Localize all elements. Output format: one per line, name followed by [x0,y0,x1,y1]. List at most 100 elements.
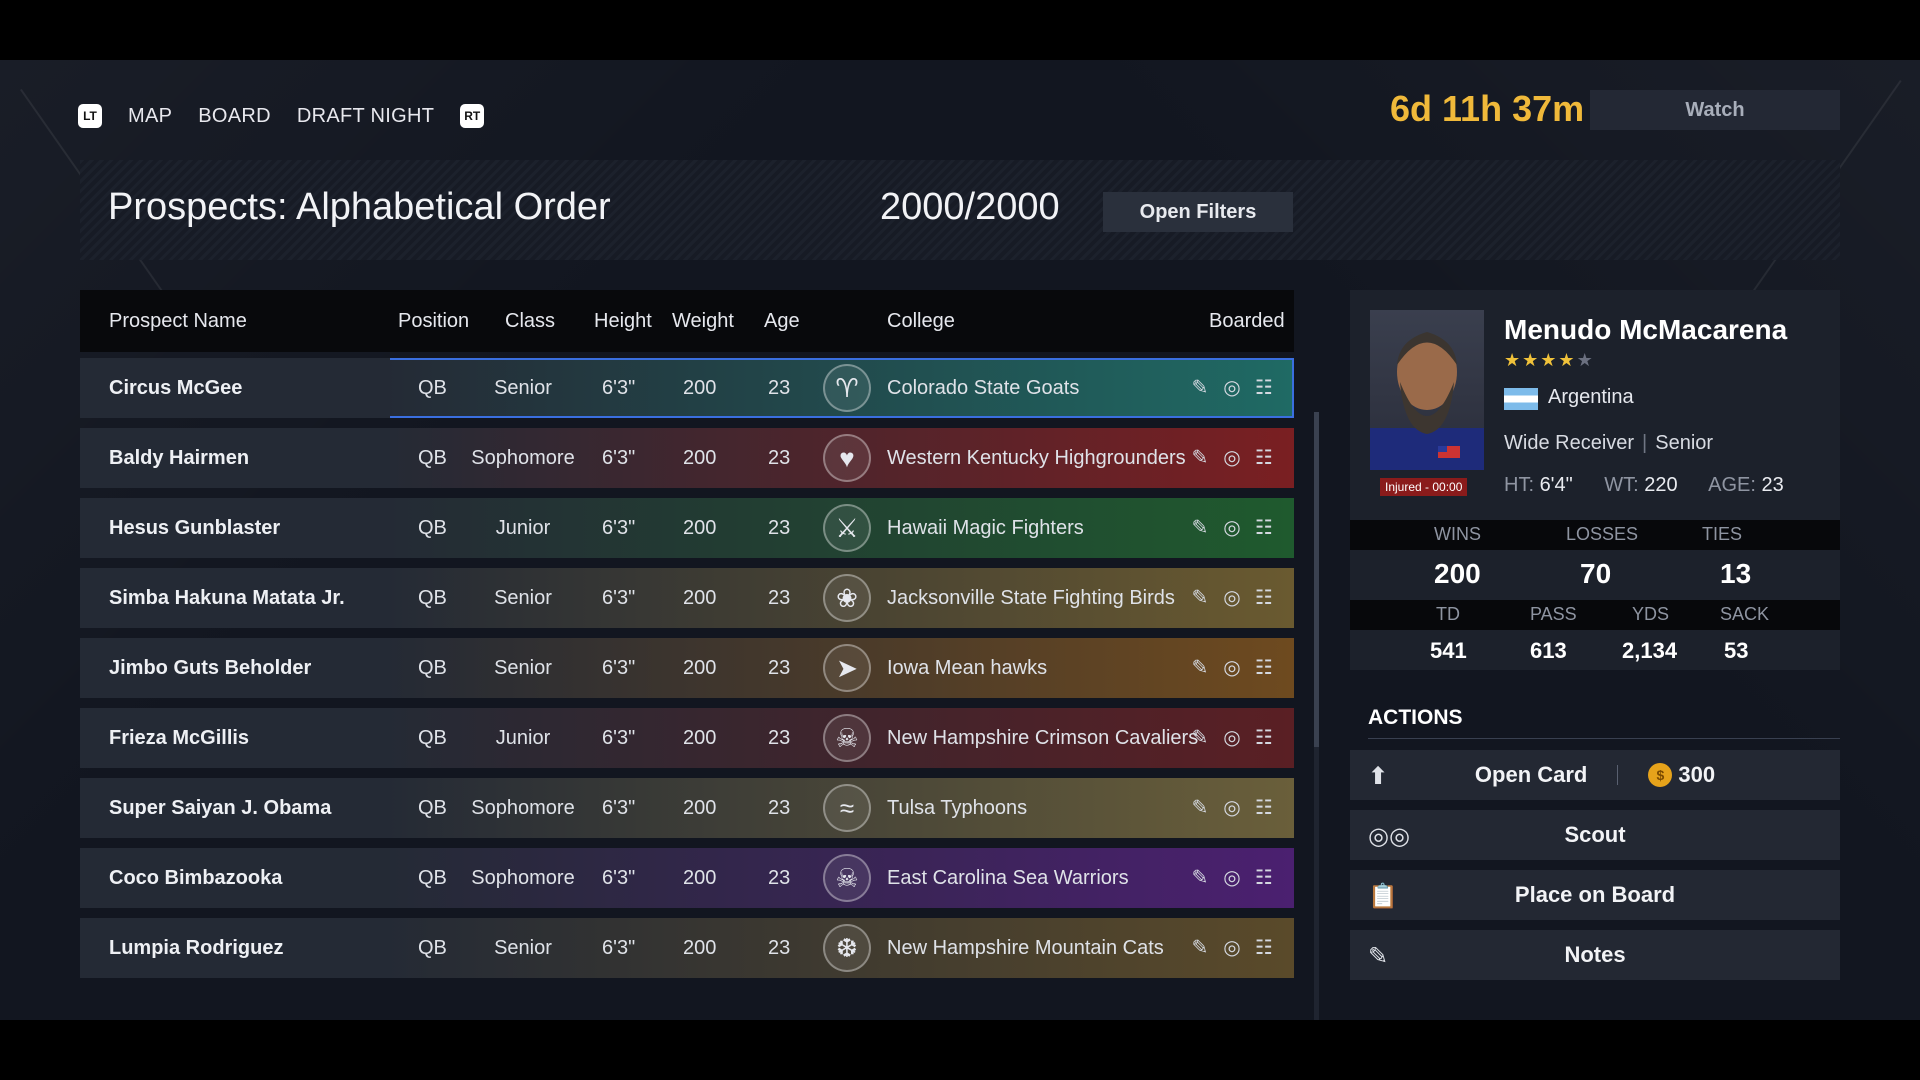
scout-label: Scout [1564,822,1626,847]
row-actions: ✎ ◎ ☷ [1188,654,1276,680]
clipboard-icon[interactable]: ☷ [1252,864,1276,890]
binoculars-icon[interactable]: ◎ [1220,444,1244,470]
table-row[interactable]: Coco Bimbazooka QB Sophomore 6'3" 200 23 ☠ East… [80,848,1294,908]
clipboard-icon[interactable]: ☷ [1252,444,1276,470]
watch-button[interactable]: Watch [1590,90,1840,130]
top-nav: LT MAP BOARD DRAFT NIGHT RT [78,96,485,136]
ties-value: 13 [1720,558,1752,589]
prospect-age: 23 [768,446,791,469]
prospect-height: 6'3" [602,516,636,539]
sack-value: 53 [1724,638,1749,663]
col-prospect-name[interactable]: Prospect Name [109,310,247,333]
page-title: Prospects: Alphabetical Order [108,186,611,228]
scout-button[interactable]: ◎◎ Scout [1350,810,1840,860]
prospect-height: 6'3" [602,376,636,399]
col-age[interactable]: Age [764,310,800,333]
prospect-height: 6'3" [602,796,636,819]
typhoon-icon: ≈ [823,784,871,832]
clipboard-icon[interactable]: ☷ [1252,654,1276,680]
col-class[interactable]: Class [505,310,555,333]
prospect-height: 6'3" [602,726,636,749]
lt-button-icon[interactable]: LT [78,104,102,128]
binoculars-icon[interactable]: ◎ [1220,514,1244,540]
prospect-height: 6'3" [602,586,636,609]
prospect-class: Senior [494,936,552,959]
scrollbar-thumb[interactable] [1314,412,1319,747]
td-label: TD [1436,604,1460,624]
draft-screen: LT MAP BOARD DRAFT NIGHT RT 6d 11h 37m W… [0,60,1920,1020]
table-row[interactable]: Frieza McGillis QB Junior 6'3" 200 23 ☠ New Ham… [80,708,1294,768]
star-icon: ★ [1522,350,1541,370]
table-row[interactable]: Lumpia Rodriguez QB Senior 6'3" 200 23 ❆ New Ha… [80,918,1294,978]
clipboard-icon[interactable]: ☷ [1252,584,1276,610]
row-actions: ✎ ◎ ☷ [1188,584,1276,610]
notes-icon[interactable]: ✎ [1188,794,1212,820]
col-college[interactable]: College [887,310,955,333]
clipboard-icon[interactable]: ☷ [1252,724,1276,750]
sack-label: SACK [1720,604,1770,624]
notes-icon[interactable]: ✎ [1188,584,1212,610]
prospect-age: 23 [768,376,791,399]
clipboard-icon[interactable]: ☷ [1252,374,1276,400]
actions-title: ACTIONS [1368,706,1463,729]
prospect-weight: 200 [683,516,717,539]
age-value: 23 [1761,474,1784,496]
notes-icon[interactable]: ✎ [1188,444,1212,470]
height-value: 6'4" [1539,474,1573,496]
notes-icon[interactable]: ✎ [1188,864,1212,890]
prospect-age: 23 [768,936,791,959]
losses-value: 70 [1580,558,1612,589]
nav-draft-night[interactable]: DRAFT NIGHT [297,105,434,128]
notes-button[interactable]: ✎ Notes [1350,930,1840,980]
binoculars-icon[interactable]: ◎ [1220,794,1244,820]
col-weight[interactable]: Weight [672,310,734,333]
table-row[interactable]: Super Saiyan J. Obama QB Sophomore 6'3" 200 2… [80,778,1294,838]
binoculars-icon[interactable]: ◎ [1220,584,1244,610]
coin-icon: $ [1648,763,1673,787]
prospect-weight: 200 [683,866,717,889]
binoculars-icon: ◎◎ [1368,823,1410,850]
clipboard-icon[interactable]: ☷ [1252,934,1276,960]
open-filters-button[interactable]: Open Filters [1103,192,1293,232]
table-row[interactable]: Baldy Hairmen QB Sophomore 6'3" 200 23 ♥ Wester… [80,428,1294,488]
binoculars-icon[interactable]: ◎ [1220,934,1244,960]
notes-icon: ✎ [1368,943,1389,970]
prospect-class: Junior [495,726,551,749]
notes-icon[interactable]: ✎ [1188,514,1212,540]
col-boarded[interactable]: Boarded [1209,310,1285,333]
col-position[interactable]: Position [398,310,469,333]
stat-values: 541 613 2,134 53 [1350,630,1840,670]
table-row[interactable]: Simba Hakuna Matata Jr. QB Senior 6'3" 200 23… [80,568,1294,628]
weight-label: WT: [1604,474,1639,496]
record-values: 200 70 13 [1350,550,1840,598]
rt-button-icon[interactable]: RT [460,104,485,128]
height-label: HT: [1504,474,1534,496]
notes-icon[interactable]: ✎ [1188,934,1212,960]
player-country: Argentina [1548,386,1634,408]
notes-icon[interactable]: ✎ [1188,374,1212,400]
binoculars-icon[interactable]: ◎ [1220,864,1244,890]
prospect-weight: 200 [683,796,717,819]
place-on-board-button[interactable]: 📋 Place on Board [1350,870,1840,920]
col-height[interactable]: Height [594,310,652,333]
binoculars-icon[interactable]: ◎ [1220,724,1244,750]
row-actions: ✎ ◎ ☷ [1188,864,1276,890]
table-row[interactable]: Jimbo Guts Beholder QB Senior 6'3" 200 23 ➤ Iow… [80,638,1294,698]
notes-icon[interactable]: ✎ [1188,654,1212,680]
list-scrollbar[interactable] [1314,412,1319,1020]
clipboard-icon[interactable]: ☷ [1252,794,1276,820]
nav-board[interactable]: BOARD [198,105,271,128]
binoculars-icon[interactable]: ◎ [1220,374,1244,400]
open-card-button[interactable]: ⬆ Open Card $ 300 [1350,750,1840,800]
table-row[interactable]: Circus McGee QB Senior 6'3" 200 23 ♈ Colorado S… [80,358,1294,418]
losses-label: LOSSES [1566,524,1639,544]
clipboard-icon: 📋 [1368,883,1398,910]
clipboard-icon[interactable]: ☷ [1252,514,1276,540]
card-reveal-icon: ⬆ [1368,763,1389,790]
prospect-class: Sophomore [471,796,575,819]
notes-icon[interactable]: ✎ [1188,724,1212,750]
table-row[interactable]: Hesus Gunblaster QB Junior 6'3" 200 23 ⚔ Hawaii… [80,498,1294,558]
nav-map[interactable]: MAP [128,105,172,128]
red-mascot-icon: ♥ [823,434,871,482]
binoculars-icon[interactable]: ◎ [1220,654,1244,680]
